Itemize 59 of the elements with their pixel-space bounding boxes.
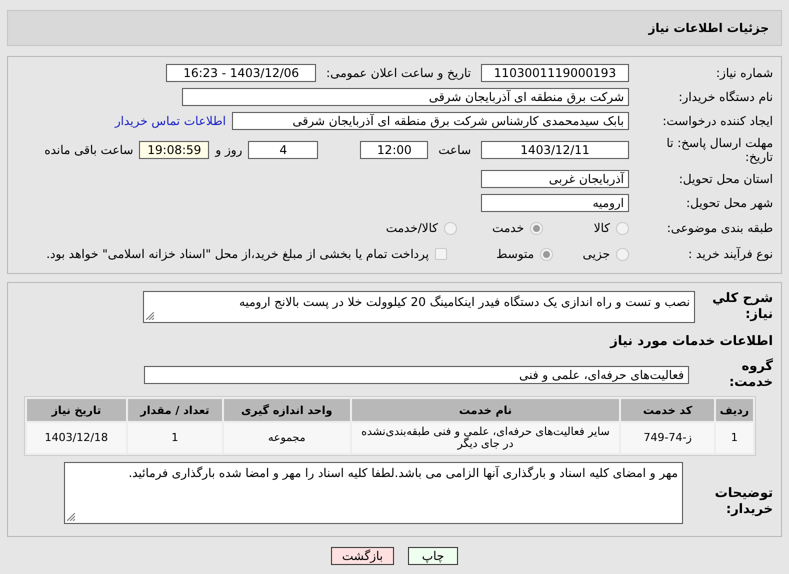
field-label: ایجاد کننده درخواست: xyxy=(661,114,773,128)
deadline-time-field[interactable]: 12:00 xyxy=(360,141,428,159)
need-number-field[interactable]: 1103001119000193 xyxy=(481,64,629,82)
table-cell: ز-74-749 xyxy=(621,423,714,454)
days-field[interactable]: 4 xyxy=(248,141,318,159)
column-header: تعداد / مقدار xyxy=(128,399,222,422)
radio-label: کالا/خدمت xyxy=(386,221,438,235)
field-label: ساعت باقی مانده xyxy=(44,143,134,157)
section-heading: اطلاعات خدمات مورد نیاز xyxy=(610,334,773,348)
column-header: نام خدمت xyxy=(352,399,620,422)
field-label: توضیحات خریدار: xyxy=(714,486,773,518)
radio-button[interactable] xyxy=(540,248,553,260)
radio-button[interactable] xyxy=(444,222,457,234)
back-button[interactable]: بازگشت xyxy=(331,547,394,566)
field-label: شهر محل تحویل: xyxy=(685,196,773,210)
page-title: جزئیات اطلاعات نیاز xyxy=(648,21,769,35)
payment-note: پرداخت تمام یا بخشی از مبلغ خرید،از محل "اسناد خزانه اسلامی" خواهد بود. xyxy=(46,247,429,261)
resize-grip-icon[interactable] xyxy=(146,312,154,320)
column-header: کد خدمت xyxy=(621,399,714,422)
field-label: نام دستگاه خریدار: xyxy=(678,90,773,104)
contact-link[interactable]: اطلاعات تماس خریدار xyxy=(114,114,226,128)
buyer-notes-textarea[interactable]: مهر و امضای کلیه اسناد و بارگذاری آنها الزامی می باشد.لطفا کلیه اسناد را مهر و امضا شده بارگذاری فرمائید. xyxy=(64,462,683,524)
field-label: تاریخ و ساعت اعلان عمومی: xyxy=(326,66,471,80)
city-field[interactable]: ارومیه xyxy=(481,194,629,212)
field-label: طبقه بندی موضوعی: xyxy=(666,220,773,236)
radio-button[interactable] xyxy=(530,222,543,234)
print-button[interactable]: چاپ xyxy=(408,547,458,566)
radio-button[interactable] xyxy=(616,248,629,260)
service-group-field[interactable]: فعالیت‌های حرفه‌ای، علمی و فنی xyxy=(144,366,689,384)
deadline-date-field[interactable]: 1403/12/11 xyxy=(481,141,629,159)
column-header: واحد اندازه گیری xyxy=(224,399,350,422)
column-header: تاریخ نیاز xyxy=(27,399,126,422)
summary-textarea[interactable]: نصب و تست و راه اندازی یک دستگاه فیدر اینکامینگ 20 کیلوولت خلا در پست بالانج ارومیه xyxy=(143,291,695,323)
resize-grip-icon[interactable] xyxy=(67,513,75,522)
buyer-field[interactable]: شرکت برق منطقه ای آذربایجان شرقی xyxy=(182,88,629,106)
province-field[interactable]: آذربایجان غربی xyxy=(481,170,629,188)
field-label: نوع فرآیند خرید : xyxy=(687,246,773,262)
field-label: شرح کلي نياز: xyxy=(711,291,773,322)
column-header: ردیف xyxy=(716,399,753,422)
radio-label: خدمت xyxy=(492,221,524,235)
field-label: گروه خدمت: xyxy=(728,359,773,390)
table-cell: 1 xyxy=(128,423,222,454)
table-cell: 1 xyxy=(716,423,753,454)
field-label: ساعت xyxy=(438,143,471,157)
checkbox[interactable] xyxy=(435,248,447,260)
radio-label: کالا xyxy=(594,221,610,235)
announce-date-field[interactable]: 1403/12/06 - 16:23 xyxy=(166,64,316,82)
table-cell: مجموعه xyxy=(224,423,350,454)
radio-label: جزیی xyxy=(582,247,610,261)
field-label: مهلت ارسال پاسخ: تا تاریخ: xyxy=(665,136,773,164)
radio-label: متوسط xyxy=(496,247,534,261)
table-cell: سایر فعالیت‌های حرفه‌ای، علمی و فنی طبقه‌بندی‌نشده در جای دیگر xyxy=(352,423,620,454)
remaining-time-field[interactable]: 19:08:59 xyxy=(139,141,210,159)
field-label: روز و xyxy=(215,143,242,157)
field-label: استان محل تحویل: xyxy=(678,172,773,186)
field-label: شماره نیاز: xyxy=(715,66,773,80)
requester-field[interactable]: بابک سیدمحمدی کارشناس شرکت برق منطقه ای آذربایجان شرقی xyxy=(232,112,629,130)
radio-button[interactable] xyxy=(616,222,629,234)
table-cell: 1403/12/18 xyxy=(27,423,126,454)
